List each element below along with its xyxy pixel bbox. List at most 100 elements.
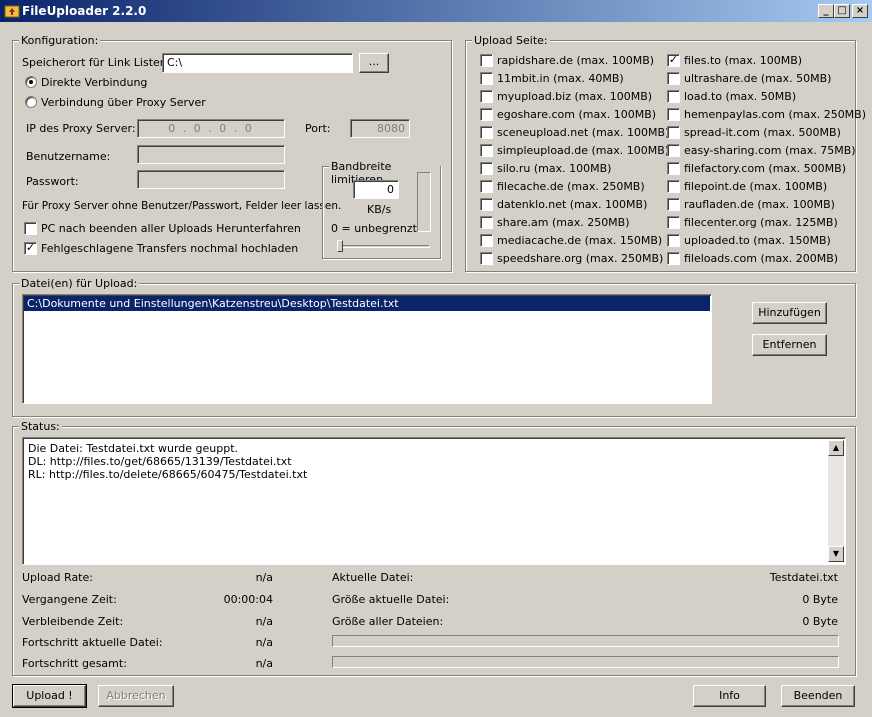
title-bar: FileUploader 2.2.0 _ □ ×: [0, 0, 872, 22]
proxy-radio[interactable]: [25, 96, 37, 108]
site-label: easy-sharing.com (max. 75MB): [684, 144, 856, 157]
progress-total-bar: [332, 656, 839, 668]
proxy-ip-input[interactable]: 0 . 0 . 0 . 0: [137, 119, 285, 138]
shutdown-checkbox[interactable]: [24, 222, 37, 235]
status-title: Status:: [19, 420, 62, 433]
site-checkbox[interactable]: [667, 126, 680, 139]
user-input[interactable]: [137, 145, 285, 164]
info-button[interactable]: Info: [693, 685, 766, 707]
upload-rate-label: Upload Rate:: [22, 571, 93, 584]
site-checkbox[interactable]: [480, 180, 493, 193]
site-label: raufladen.de (max. 100MB): [684, 198, 835, 211]
bandwidth-slider-track[interactable]: [338, 245, 430, 248]
site-checkbox[interactable]: [480, 162, 493, 175]
pass-input[interactable]: [137, 170, 285, 189]
progress-total-value: n/a: [255, 657, 273, 670]
site-checkbox[interactable]: [480, 234, 493, 247]
config-title: Konfiguration:: [19, 34, 101, 47]
user-label: Benutzername:: [26, 150, 111, 163]
site-checkbox[interactable]: [667, 252, 680, 265]
close-button[interactable]: ×: [852, 4, 868, 18]
exit-button[interactable]: Beenden: [781, 685, 855, 707]
site-checkbox[interactable]: [480, 72, 493, 85]
elapsed-label: Vergangene Zeit:: [22, 593, 117, 606]
site-checkbox[interactable]: [667, 90, 680, 103]
bandwidth-input[interactable]: 0: [353, 180, 399, 199]
site-label: mediacache.de (max. 150MB): [497, 234, 663, 247]
path-input[interactable]: C:\: [162, 53, 353, 73]
site-checkbox[interactable]: [667, 198, 680, 211]
progress-file-bar: [332, 635, 839, 647]
remaining-value: n/a: [255, 615, 273, 628]
site-label: filefactory.com (max. 500MB): [684, 162, 846, 175]
current-file-value: Testdatei.txt: [769, 571, 838, 584]
site-checkbox[interactable]: [480, 252, 493, 265]
elapsed-value: 00:00:04: [223, 593, 273, 606]
site-label: uploaded.to (max. 150MB): [684, 234, 831, 247]
site-checkbox[interactable]: [480, 54, 493, 67]
site-label: filepoint.de (max. 100MB): [684, 180, 828, 193]
site-label: 11mbit.in (max. 40MB): [497, 72, 624, 85]
site-checkbox[interactable]: [667, 162, 680, 175]
site-checkbox[interactable]: [480, 126, 493, 139]
proxy-label: Verbindung über Proxy Server: [41, 96, 206, 109]
file-list-item[interactable]: C:\Dokumente und Einstellungen\Katzenstr…: [24, 296, 710, 311]
direct-radio[interactable]: [25, 76, 37, 88]
browse-button[interactable]: ...: [359, 53, 389, 73]
site-label: load.to (max. 50MB): [684, 90, 797, 103]
remove-file-button[interactable]: Entfernen: [752, 334, 827, 356]
site-checkbox[interactable]: [480, 90, 493, 103]
site-checkbox[interactable]: [480, 198, 493, 211]
pass-label: Passwort:: [26, 175, 79, 188]
add-file-button[interactable]: Hinzufügen: [752, 302, 827, 324]
scroll-up-button[interactable]: ▲: [828, 440, 844, 456]
current-file-label: Aktuelle Datei:: [332, 571, 414, 584]
current-size-value: 0 Byte: [802, 593, 838, 606]
site-label: files.to (max. 100MB): [684, 54, 803, 67]
port-input[interactable]: 8080: [350, 119, 410, 138]
shutdown-label: PC nach beenden aller Uploads Herunterfa…: [41, 222, 301, 235]
site-checkbox[interactable]: [667, 72, 680, 85]
file-list[interactable]: C:\Dokumente und Einstellungen\Katzenstr…: [22, 294, 712, 404]
direct-label: Direkte Verbindung: [41, 76, 148, 89]
site-checkbox[interactable]: [667, 234, 680, 247]
site-label: sceneupload.net (max. 100MB): [497, 126, 670, 139]
retry-checkbox[interactable]: ✓: [24, 242, 37, 255]
maximize-button[interactable]: □: [834, 4, 850, 18]
bandwidth-unit: KB/s: [367, 203, 392, 216]
site-label: simpleupload.de (max. 100MB): [497, 144, 670, 157]
site-checkbox[interactable]: ✓: [667, 54, 680, 67]
status-log[interactable]: Die Datei: Testdatei.txt wurde geuppt. D…: [22, 437, 846, 565]
site-label: rapidshare.de (max. 100MB): [497, 54, 655, 67]
site-checkbox[interactable]: [480, 144, 493, 157]
site-checkbox[interactable]: [667, 108, 680, 121]
scrollbar-track[interactable]: [828, 456, 844, 546]
current-size-label: Größe aktuelle Datei:: [332, 593, 450, 606]
status-line: RL: http://files.to/delete/68665/60475/T…: [28, 468, 308, 481]
app-icon: [4, 5, 20, 18]
files-title: Datei(en) für Upload:: [19, 277, 140, 290]
remaining-label: Verbleibende Zeit:: [22, 615, 124, 628]
total-size-value: 0 Byte: [802, 615, 838, 628]
site-checkbox[interactable]: [480, 216, 493, 229]
total-size-label: Größe aller Dateien:: [332, 615, 444, 628]
site-checkbox[interactable]: [667, 216, 680, 229]
site-label: spread-it.com (max. 500MB): [684, 126, 841, 139]
site-label: egoshare.com (max. 100MB): [497, 108, 657, 121]
progress-file-label: Fortschritt aktuelle Datei:: [22, 636, 163, 649]
site-checkbox[interactable]: [667, 144, 680, 157]
site-checkbox[interactable]: [480, 108, 493, 121]
site-label: datenklo.net (max. 100MB): [497, 198, 648, 211]
site-checkbox[interactable]: [667, 180, 680, 193]
minimize-button[interactable]: _: [818, 4, 834, 18]
upload-rate-value: n/a: [255, 571, 273, 584]
cancel-button[interactable]: Abbrechen: [98, 685, 174, 707]
upload-button[interactable]: Upload !: [12, 684, 87, 708]
site-label: hemenpaylas.com (max. 250MB): [684, 108, 867, 121]
path-label: Speicherort für Link Listen:: [22, 56, 171, 69]
site-label: ultrashare.de (max. 50MB): [684, 72, 832, 85]
scroll-down-button[interactable]: ▼: [828, 546, 844, 562]
window-title: FileUploader 2.2.0: [22, 4, 147, 18]
progress-file-value: n/a: [255, 636, 273, 649]
bandwidth-slider-thumb[interactable]: [337, 240, 343, 252]
